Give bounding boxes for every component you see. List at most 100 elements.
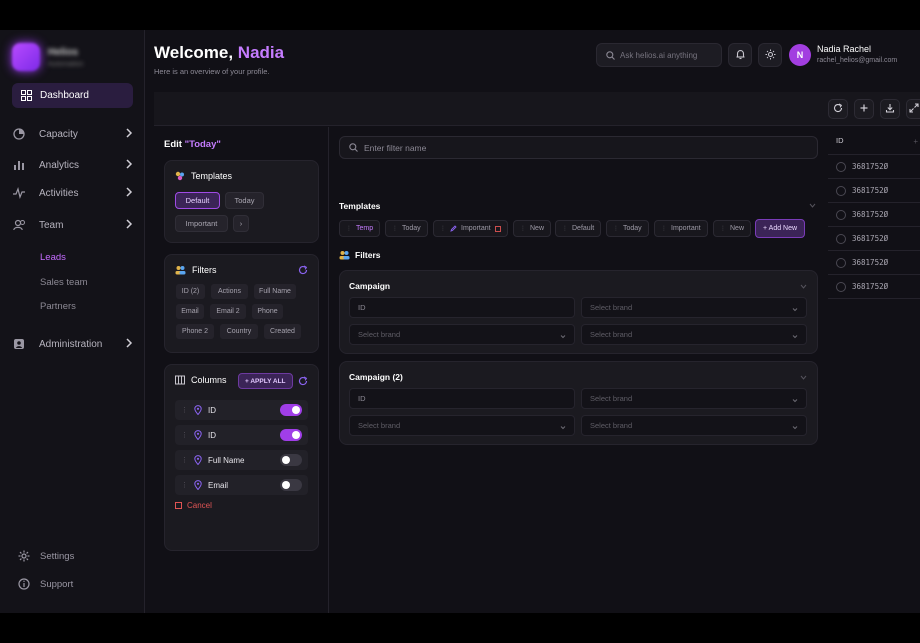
column-label: Full Name bbox=[208, 455, 245, 465]
add-new-template-button[interactable]: + Add New bbox=[755, 219, 806, 238]
column-row-full-name[interactable]: ⋮ Full Name bbox=[175, 450, 308, 470]
column-toggle-full-name[interactable] bbox=[280, 454, 302, 466]
sidebar-item-administration[interactable]: Administration bbox=[12, 334, 137, 354]
filter-tag-email-2[interactable]: Email 2 bbox=[210, 304, 246, 319]
chevron-down-icon[interactable] bbox=[800, 281, 807, 291]
filter-tag-country[interactable]: Country bbox=[220, 324, 258, 339]
template-pill-today[interactable]: Today bbox=[225, 192, 264, 209]
sidebar-item-settings[interactable]: Settings bbox=[18, 550, 74, 562]
sidebar-item-analytics[interactable]: Analytics bbox=[12, 155, 137, 175]
brand[interactable]: Helios Automation bbox=[12, 43, 83, 71]
row-select-radio[interactable] bbox=[836, 209, 846, 220]
add-column-icon[interactable]: + bbox=[913, 137, 918, 146]
column-row-id-2[interactable]: ⋮ ID bbox=[175, 425, 308, 445]
download-button[interactable] bbox=[880, 99, 900, 119]
column-toggle-id-2[interactable] bbox=[280, 429, 302, 441]
sidebar-item-team[interactable]: Team bbox=[12, 215, 137, 235]
sidebar-item-activities[interactable]: Activities bbox=[12, 183, 137, 203]
row-select-radio[interactable] bbox=[836, 281, 846, 292]
row-select-radio[interactable] bbox=[836, 161, 846, 172]
row-select-radio[interactable] bbox=[836, 257, 846, 268]
sidebar-subitem-partners[interactable]: Partners bbox=[40, 301, 76, 312]
palette-icon bbox=[175, 171, 185, 181]
filter-tag-full-name[interactable]: Full Name bbox=[254, 284, 296, 299]
filter-tag-phone[interactable]: Phone bbox=[252, 304, 283, 319]
sidebar-subitem-leads[interactable]: Leads bbox=[40, 252, 66, 263]
campaign-id-field[interactable]: ID bbox=[349, 297, 575, 318]
template-tab-today[interactable]: ⋮ Today bbox=[385, 220, 428, 237]
chevron-down-icon bbox=[792, 305, 798, 314]
select-brand-dropdown[interactable]: Select brand bbox=[581, 415, 807, 436]
delete-square-icon[interactable] bbox=[494, 225, 501, 232]
row-select-radio[interactable] bbox=[836, 185, 846, 196]
select-brand-dropdown[interactable]: Select brand bbox=[349, 415, 575, 436]
apply-all-button[interactable]: + APPLY ALL bbox=[238, 373, 293, 389]
edit-pencil-icon[interactable] bbox=[450, 225, 457, 232]
table-cell-id: 3681752Ø bbox=[852, 186, 889, 195]
sidebar-item-dashboard[interactable]: Dashboard bbox=[12, 83, 133, 108]
sidebar-item-support[interactable]: Support bbox=[18, 578, 73, 590]
refresh-icon bbox=[833, 103, 843, 115]
location-pin-icon bbox=[194, 480, 202, 490]
add-button[interactable] bbox=[854, 99, 874, 119]
campaign-id-field[interactable]: ID bbox=[349, 388, 575, 409]
sidebar-subitem-sales-team[interactable]: Sales team bbox=[40, 277, 88, 288]
sidebar-item-capacity[interactable]: Capacity bbox=[12, 124, 137, 144]
select-brand-dropdown[interactable]: Select brand bbox=[349, 324, 575, 345]
filter-tag-actions[interactable]: Actions bbox=[211, 284, 248, 299]
avatar[interactable]: N bbox=[789, 44, 811, 66]
filter-tag-email[interactable]: Email bbox=[176, 304, 204, 319]
drag-handle-icon: ⋮ bbox=[346, 226, 352, 232]
sidebar-item-label: Administration bbox=[39, 338, 103, 350]
drag-handle-icon[interactable]: ⋮ bbox=[181, 406, 188, 414]
chevron-down-icon[interactable] bbox=[809, 203, 816, 208]
template-tab-new[interactable]: ⋮ New bbox=[513, 220, 552, 237]
select-brand-dropdown[interactable]: Select brand bbox=[581, 388, 807, 409]
template-tab-important[interactable]: ⋮ Important bbox=[433, 220, 508, 237]
campaign-title: Campaign (2) bbox=[349, 372, 403, 382]
table-row[interactable]: 3681752Ø bbox=[828, 275, 920, 299]
table-header-id[interactable]: ID + bbox=[828, 127, 920, 155]
table-row[interactable]: 3681752Ø bbox=[828, 251, 920, 275]
template-more-button[interactable]: › bbox=[233, 215, 249, 232]
filter-tag-phone-2[interactable]: Phone 2 bbox=[176, 324, 214, 339]
template-tab-temp[interactable]: ⋮ Temp bbox=[339, 220, 381, 237]
columns-refresh-icon[interactable] bbox=[298, 376, 308, 386]
drag-handle-icon[interactable]: ⋮ bbox=[181, 456, 188, 464]
filter-tag-created[interactable]: Created bbox=[264, 324, 301, 339]
column-row-id[interactable]: ⋮ ID bbox=[175, 400, 308, 420]
filters-refresh-icon[interactable] bbox=[298, 265, 308, 275]
cancel-button[interactable]: Cancel bbox=[175, 501, 212, 510]
table-row[interactable]: 3681752Ø bbox=[828, 155, 920, 179]
template-tab-today-2[interactable]: ⋮ Today bbox=[606, 220, 649, 237]
row-select-radio[interactable] bbox=[836, 233, 846, 244]
filter-tag-id[interactable]: ID (2) bbox=[176, 284, 205, 299]
chevron-down-icon[interactable] bbox=[800, 372, 807, 382]
templates-label: Templates bbox=[339, 201, 381, 211]
expand-icon bbox=[908, 103, 919, 115]
column-toggle-id[interactable] bbox=[280, 404, 302, 416]
column-toggle-email[interactable] bbox=[280, 479, 302, 491]
column-row-email[interactable]: ⋮ Email bbox=[175, 475, 308, 495]
filter-name-input[interactable]: Enter filter name bbox=[339, 136, 818, 159]
select-brand-dropdown[interactable]: Select brand bbox=[581, 297, 807, 318]
table-row[interactable]: 3681752Ø bbox=[828, 227, 920, 251]
template-pill-important[interactable]: Important bbox=[175, 215, 228, 232]
refresh-button[interactable] bbox=[828, 99, 848, 119]
chevron-down-icon bbox=[560, 332, 566, 341]
template-tab-important-2[interactable]: ⋮ Important bbox=[654, 220, 708, 237]
expand-button[interactable] bbox=[906, 99, 920, 119]
notifications-button[interactable] bbox=[728, 43, 752, 67]
search-input[interactable]: Ask helios.ai anything bbox=[596, 43, 722, 67]
template-tab-default[interactable]: ⋮ Default bbox=[555, 220, 602, 237]
template-pill-default[interactable]: Default bbox=[175, 192, 220, 209]
theme-toggle-button[interactable] bbox=[758, 43, 782, 67]
select-brand-dropdown[interactable]: Select brand bbox=[581, 324, 807, 345]
drag-handle-icon: ⋮ bbox=[613, 226, 619, 232]
template-tab-new-2[interactable]: ⋮ New bbox=[713, 220, 752, 237]
table-row[interactable]: 3681752Ø bbox=[828, 203, 920, 227]
drag-handle-icon[interactable]: ⋮ bbox=[181, 431, 188, 439]
drag-handle-icon[interactable]: ⋮ bbox=[181, 481, 188, 489]
table-cell-id: 3681752Ø bbox=[852, 282, 889, 291]
table-row[interactable]: 3681752Ø bbox=[828, 179, 920, 203]
